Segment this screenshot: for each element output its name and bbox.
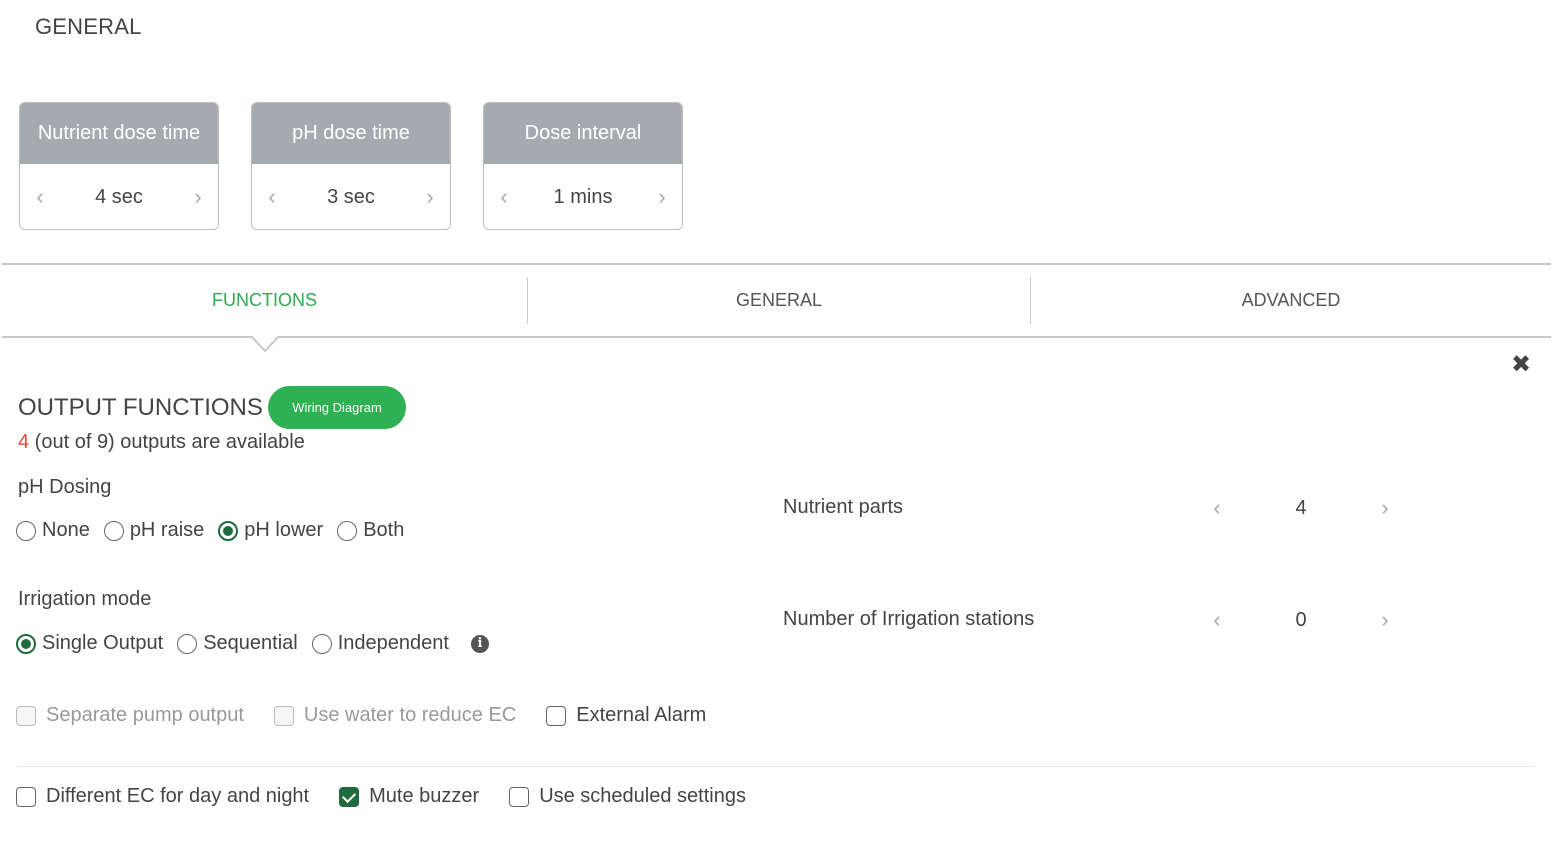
radio-label: pH raise [129,519,205,541]
radio-button-selected[interactable] [218,520,239,541]
ph-dosing-option-both[interactable]: Both [337,519,404,542]
close-icon[interactable]: ✖ [1511,350,1531,379]
irrigation-mode-options: Single Output Sequential Independent i [16,632,489,655]
mute-buzzer-checkbox[interactable]: Mute buzzer [339,785,479,808]
irrigation-mode-label: Irrigation mode [18,588,152,610]
checkbox-label: Separate pump output [46,704,244,726]
radio-label: Single Output [42,632,164,654]
checkbox-row-2: Different EC for day and night Mute buzz… [16,785,776,808]
chevron-left-icon[interactable]: ‹ [1208,495,1226,521]
checkbox-label: Different EC for day and night [46,785,310,807]
nutrient-dose-time-card: Nutrient dose time ‹ 4 sec › [19,102,219,230]
use-scheduled-settings-checkbox[interactable]: Use scheduled settings [509,785,746,808]
chevron-right-icon[interactable]: › [188,184,208,210]
chevron-left-icon[interactable]: ‹ [262,184,282,210]
dose-interval-card: Dose interval ‹ 1 mins › [483,102,683,230]
card-value: 1 mins [553,185,613,208]
external-alarm-checkbox[interactable]: External Alarm [546,704,706,727]
checkbox-label: External Alarm [576,704,707,726]
radio-label: Sequential [203,632,298,654]
irrigation-option-independent[interactable]: Independent [311,632,449,655]
ph-dosing-option-raise[interactable]: pH raise [103,519,205,542]
card-title: Dose interval [484,103,682,164]
irrigation-stations-label: Number of Irrigation stations [783,608,1035,630]
irrigation-option-sequential[interactable]: Sequential [177,632,298,655]
irrigation-stations-stepper: ‹ 0 › [1208,607,1394,633]
nutrient-parts-stepper: ‹ 4 › [1208,495,1394,521]
checkbox[interactable] [546,705,567,726]
checkbox[interactable] [509,786,530,807]
chevron-left-icon[interactable]: ‹ [494,184,514,210]
available-count: 4 [18,431,30,453]
ph-dose-time-card: pH dose time ‹ 3 sec › [251,102,451,230]
checkbox-checked[interactable] [339,786,360,807]
divider [18,766,1535,767]
ph-dosing-option-lower[interactable]: pH lower [218,519,323,542]
wiring-diagram-button[interactable]: Wiring Diagram [268,386,406,429]
active-tab-caret [251,336,279,352]
separate-pump-output-checkbox[interactable]: Separate pump output [16,704,244,727]
checkbox-label: Use water to reduce EC [303,704,517,726]
radio-label: Independent [337,632,449,654]
ph-dosing-options: None pH raise pH lower Both [16,519,418,542]
nutrient-parts-value: 4 [1295,496,1307,519]
radio-button[interactable] [337,520,358,541]
irrigation-stations-value: 0 [1295,608,1307,631]
radio-button-selected[interactable] [16,633,36,654]
tab-bar: FUNCTIONS GENERAL ADVANCED [2,263,1551,338]
chevron-left-icon[interactable]: ‹ [30,184,50,210]
checkbox[interactable] [16,705,36,726]
card-value: 3 sec [327,185,375,208]
radio-label: Both [363,519,405,541]
chevron-right-icon[interactable]: › [1376,495,1394,521]
chevron-right-icon[interactable]: › [1376,607,1394,633]
checkbox[interactable] [16,786,36,807]
checkbox-label: Mute buzzer [369,785,480,807]
card-title: pH dose time [252,103,450,164]
irrigation-option-single[interactable]: Single Output [16,632,163,655]
radio-label: None [42,519,90,541]
radio-button[interactable] [16,520,36,541]
chevron-right-icon[interactable]: › [652,184,672,210]
section-title-general: GENERAL [35,14,142,39]
nutrient-parts-label: Nutrient parts [783,496,904,518]
outputs-available: 4 (out of 9) outputs are available [18,431,305,454]
tab-advanced[interactable]: ADVANCED [1031,265,1551,336]
different-ec-day-night-checkbox[interactable]: Different EC for day and night [16,785,309,808]
radio-button[interactable] [177,633,198,654]
chevron-right-icon[interactable]: › [420,184,440,210]
checkbox[interactable] [273,705,294,726]
tab-general[interactable]: GENERAL [528,265,1030,336]
use-water-reduce-ec-checkbox[interactable]: Use water to reduce EC [273,704,517,727]
output-functions-title: OUTPUT FUNCTIONS [18,394,263,421]
available-text: (out of 9) outputs are available [29,431,305,453]
radio-label: pH lower [244,519,324,541]
checkbox-label: Use scheduled settings [539,785,746,807]
radio-button[interactable] [311,633,332,654]
ph-dosing-option-none[interactable]: None [16,519,90,542]
tab-functions[interactable]: FUNCTIONS [2,265,527,336]
card-value: 4 sec [95,185,143,208]
checkbox-row-1: Separate pump output Use water to reduce… [16,704,736,727]
card-title: Nutrient dose time [20,103,218,164]
info-icon[interactable]: i [470,634,489,653]
radio-button[interactable] [103,520,124,541]
chevron-left-icon[interactable]: ‹ [1208,607,1226,633]
ph-dosing-label: pH Dosing [18,476,112,498]
